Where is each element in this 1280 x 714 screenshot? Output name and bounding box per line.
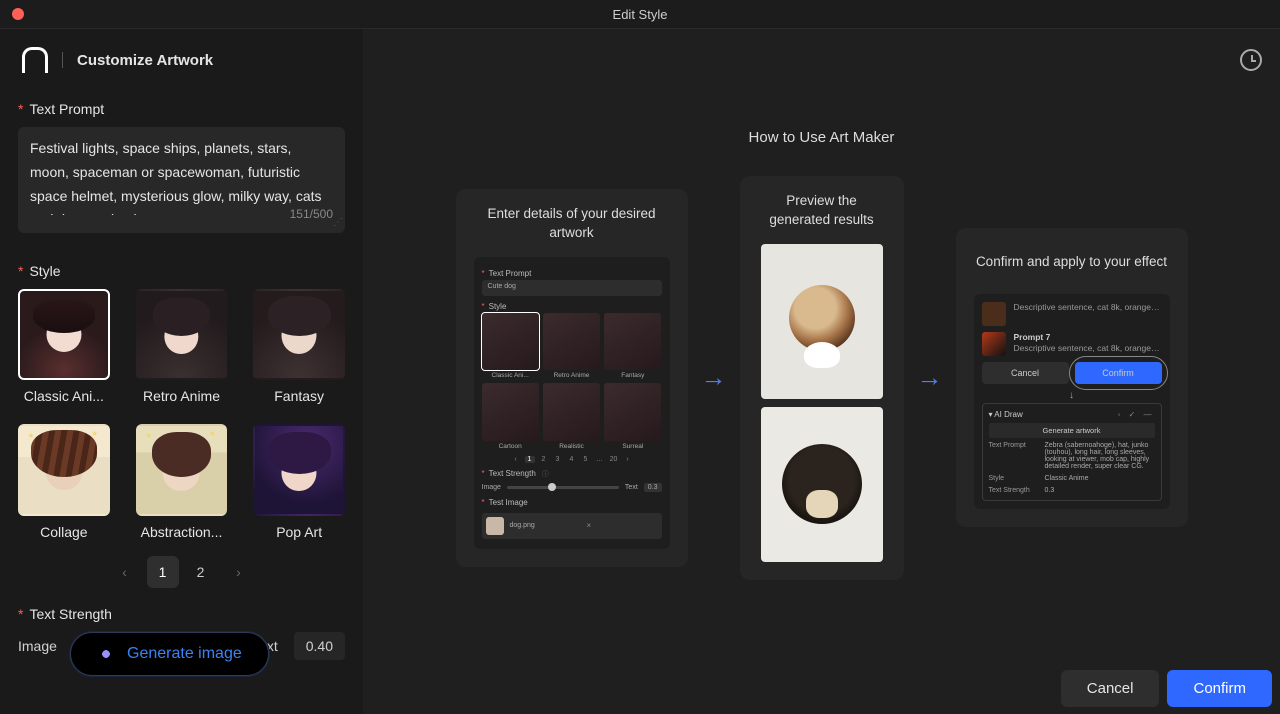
strength-label: * Text Strength [18,606,345,622]
arrow-right-icon: → [904,362,956,393]
style-thumb [253,424,345,516]
style-label: Collage [18,524,110,540]
sidebar: Customize Artwork * Text Prompt 151/500 … [0,29,363,714]
preview-image-2 [761,407,883,562]
howto-card-confirm: Confirm and apply to your effect Descrip… [956,228,1188,527]
confirm-button[interactable]: Confirm [1167,670,1272,707]
style-label: * Style [18,263,345,279]
arrow-right-icon: → [688,362,740,393]
howto-row: Enter details of your desired artwork *T… [363,176,1280,580]
cancel-button[interactable]: Cancel [1061,670,1160,707]
sparkle-icon [93,641,118,666]
pager-page-1[interactable]: 1 [147,556,179,588]
window-title: Edit Style [0,7,1280,22]
prompt-label: * Text Prompt [18,101,345,117]
pager-page-2[interactable]: 2 [185,556,217,588]
titlebar: Edit Style [0,0,1280,29]
card-title: Confirm and apply to your effect [976,244,1167,280]
style-thumb [136,289,228,381]
style-tile[interactable]: Retro Anime [136,289,228,405]
card-title: Preview the generated results [758,192,886,230]
style-tile[interactable]: Abstraction... [136,424,228,540]
pager: ‹ 1 2 › [18,556,345,588]
style-label: Fantasy [253,388,345,404]
style-label: Pop Art [253,524,345,540]
prompt-counter: 151/500 [290,204,333,224]
style-label: Abstraction... [136,524,228,540]
howto-card-preview: Preview the generated results [740,176,904,580]
page-title: Customize Artwork [77,52,213,69]
prompt-textarea-wrap: 151/500 ⋰ [18,127,345,233]
preview-body [758,244,886,562]
card-title: Enter details of your desired artwork [474,205,670,243]
style-label: Retro Anime [136,388,228,404]
style-grid: Classic Ani... Retro Anime Fantasy Collage A… [18,289,345,540]
mini-cancel-button: Cancel [982,362,1069,384]
logo-icon [22,47,48,73]
style-label: Classic Ani... [18,388,110,404]
style-thumb [136,424,228,516]
main-title: How to Use Art Maker [363,129,1280,146]
style-tile[interactable]: Pop Art [253,424,345,540]
prompt-textarea[interactable] [30,137,333,215]
style-tile[interactable]: Classic Ani... [18,289,110,405]
resize-handle-icon[interactable]: ⋰ [333,214,343,231]
required-asterisk: * [18,263,23,279]
generate-image-button[interactable]: Generate image [70,632,269,676]
mini-confirm-button: Confirm [1075,362,1162,384]
footer: Cancel Confirm [363,662,1280,714]
main: How to Use Art Maker Enter details of yo… [363,29,1280,714]
howto-card-enter-details: Enter details of your desired artwork *T… [456,189,688,566]
divider [62,52,63,68]
strength-value: 0.40 [294,632,345,660]
card1-screenshot: *Text Prompt Cute dog *Style Classic Ani… [474,257,670,549]
style-thumb [18,424,110,516]
confirm-body: Descriptive sentence, cat 8k, orange… Pr… [974,294,1170,509]
strength-image-label: Image [18,638,57,654]
style-tile[interactable]: Collage [18,424,110,540]
mini-prompt-input: Cute dog [482,280,662,296]
close-icon[interactable] [12,8,24,20]
preview-image-1 [761,244,883,399]
style-thumb [253,289,345,381]
required-asterisk: * [18,606,23,622]
style-tile[interactable]: Fantasy [253,289,345,405]
style-thumb [18,289,110,381]
history-icon[interactable] [1240,49,1262,71]
pager-next[interactable]: › [223,556,255,588]
pager-prev[interactable]: ‹ [109,556,141,588]
required-asterisk: * [18,101,23,117]
